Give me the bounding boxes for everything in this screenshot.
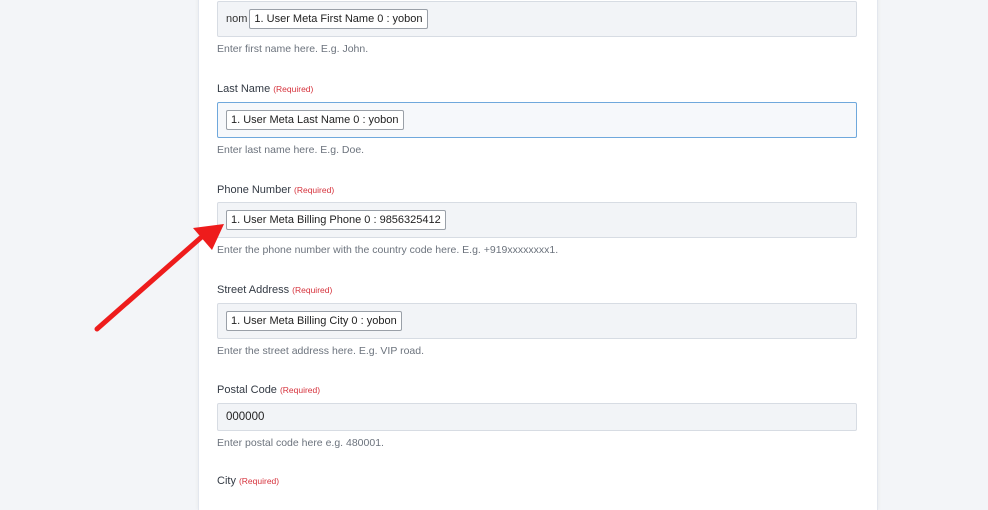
first-name-help: Enter first name here. E.g. John. (217, 43, 369, 55)
postal-label: Postal Code (Required) (217, 383, 857, 397)
phone-tag[interactable]: 1. User Meta Billing Phone 0 : 985632541… (226, 210, 446, 230)
phone-input[interactable]: 1. User Meta Billing Phone 0 : 985632541… (217, 202, 857, 238)
postal-value[interactable]: 000000 (226, 411, 264, 423)
arrow-shaft (94, 231, 208, 332)
last-name-input[interactable]: 1. User Meta Last Name 0 : yobon (217, 102, 857, 138)
street-label-text: Street Address (217, 284, 290, 296)
phone-label-text: Phone Number (217, 184, 291, 196)
city-field: City (Required) (217, 474, 857, 488)
last-name-tag[interactable]: 1. User Meta Last Name 0 : yobon (226, 110, 404, 130)
required-marker: (Required) (294, 185, 335, 195)
required-marker: (Required) (292, 285, 333, 295)
phone-label: Phone Number (Required) (217, 183, 857, 197)
required-marker: (Required) (279, 385, 321, 395)
last-name-label: Last Name (Required) (217, 82, 857, 96)
phone-help: Enter the phone number with the country … (217, 244, 559, 256)
street-input[interactable]: 1. User Meta Billing City 0 : yobon (217, 303, 857, 339)
required-marker: (Required) (273, 84, 314, 94)
postal-label-text: Postal Code (217, 384, 277, 396)
phone-field: Phone Number (Required) 1. User Meta Bill… (217, 183, 857, 257)
first-name-tag[interactable]: 1. User Meta First Name 0 : yobon (249, 9, 428, 29)
form-card: nom 1. User Meta First Name 0 : yobon En… (198, 0, 878, 510)
postal-code-field: Postal Code (Required) 000000 Enter posta… (217, 383, 857, 450)
street-label: Street Address (Required) (217, 283, 857, 297)
street-help: Enter the street address here. E.g. VIP … (217, 345, 425, 357)
last-name-label-text: Last Name (217, 83, 271, 95)
city-label: City (Required) (217, 474, 857, 488)
required-marker: (Required) (238, 476, 280, 486)
last-name-field: Last Name (Required) 1. User Meta Last Na… (217, 82, 857, 157)
street-tag[interactable]: 1. User Meta Billing City 0 : yobon (226, 311, 402, 331)
first-name-prefix: nom (226, 13, 248, 25)
first-name-field: nom 1. User Meta First Name 0 : yobon En… (217, 1, 857, 56)
last-name-help: Enter last name here. E.g. Doe. (217, 144, 365, 156)
first-name-input[interactable]: nom 1. User Meta First Name 0 : yobon (217, 1, 857, 37)
city-label-text: City (217, 475, 236, 487)
street-address-field: Street Address (Required) 1. User Meta Bi… (217, 283, 857, 358)
postal-help: Enter postal code here e.g. 480001. (217, 437, 384, 449)
postal-input[interactable]: 000000 (217, 403, 857, 431)
